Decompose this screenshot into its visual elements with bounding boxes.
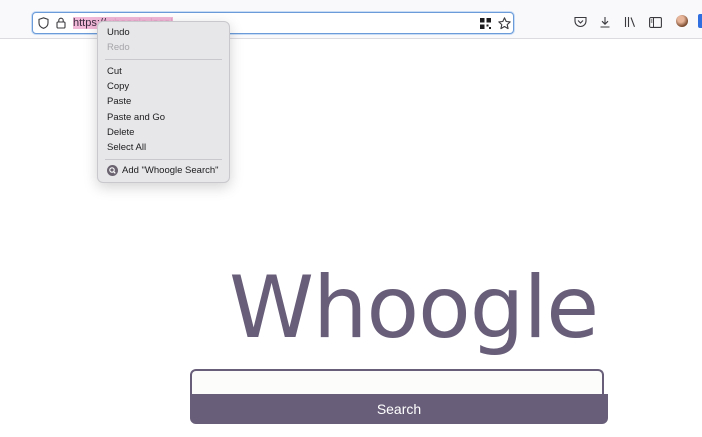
download-icon[interactable] [597, 14, 613, 30]
lock-icon[interactable] [54, 15, 68, 31]
shield-icon[interactable] [36, 15, 50, 31]
menu-item-select-all[interactable]: Select All [107, 141, 146, 155]
menu-item-cut[interactable]: Cut [107, 65, 122, 79]
menu-item-paste-and-go[interactable]: Paste and Go [107, 111, 165, 125]
menu-item-copy[interactable]: Copy [107, 80, 129, 94]
menu-separator [105, 159, 222, 160]
menu-item-delete[interactable]: Delete [107, 126, 134, 140]
menu-separator [105, 59, 222, 60]
menu-item-redo: Redo [107, 42, 130, 53]
search-button[interactable]: Search [190, 394, 608, 424]
menu-item-paste[interactable]: Paste [107, 95, 131, 109]
star-icon[interactable] [497, 16, 511, 30]
menu-item-undo[interactable]: Undo [107, 26, 130, 40]
qr-grid-icon[interactable] [478, 16, 492, 30]
whoogle-logo: Whoogle [229, 258, 599, 358]
extension-indicator[interactable] [698, 14, 702, 28]
search-input[interactable] [190, 369, 604, 394]
sidebar-icon[interactable] [647, 14, 663, 30]
avatar[interactable] [676, 15, 688, 27]
menu-item-add-search-engine[interactable]: Add "Whoogle Search" [122, 164, 219, 178]
url-context-menu: Undo Redo Cut Copy Paste Paste and Go De… [97, 21, 230, 183]
magnifier-icon [107, 165, 118, 176]
pocket-icon[interactable] [572, 14, 588, 30]
library-icon[interactable] [622, 14, 638, 30]
